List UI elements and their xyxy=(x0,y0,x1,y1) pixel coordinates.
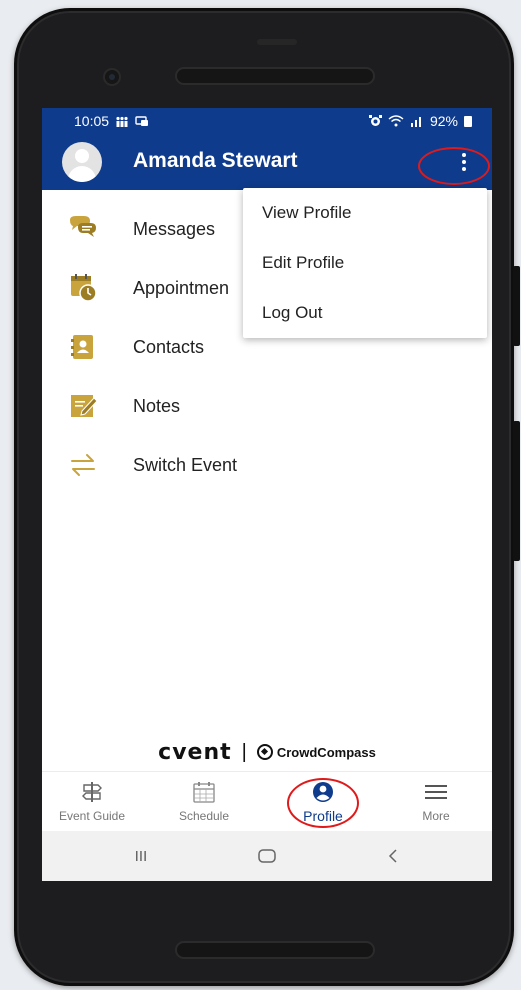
cvent-logo: cvent xyxy=(158,739,232,765)
dropdown-edit-profile[interactable]: Edit Profile xyxy=(243,238,487,288)
signpost-icon xyxy=(82,782,102,802)
menu-label: Switch Event xyxy=(133,454,238,475)
overflow-dropdown-menu: View Profile Edit Profile Log Out xyxy=(243,188,487,338)
swap-arrows-icon xyxy=(71,454,95,476)
menu-label: Messages xyxy=(133,218,216,239)
note-pencil-icon xyxy=(71,395,98,417)
wifi-icon xyxy=(388,115,404,127)
front-camera xyxy=(103,68,121,86)
user-name: Amanda Stewart xyxy=(133,149,298,172)
dropdown-log-out[interactable]: Log Out xyxy=(243,288,487,338)
brand-separator: | xyxy=(241,740,247,763)
menu-item-switch-event[interactable]: Switch Event xyxy=(42,436,492,494)
crowdcompass-text: CrowdCompass xyxy=(276,744,376,760)
top-speaker-slot xyxy=(257,39,297,45)
people-notification-icon xyxy=(116,116,128,127)
battery-icon xyxy=(464,115,472,127)
menu-item-notes[interactable]: Notes xyxy=(42,377,492,435)
menu-label: Appointmen xyxy=(133,277,230,298)
menu-label: Notes xyxy=(133,395,181,416)
tab-event-guide[interactable]: Event Guide xyxy=(42,772,142,832)
compass-icon xyxy=(256,744,273,760)
signal-icon xyxy=(410,117,421,127)
back-icon[interactable] xyxy=(378,843,408,869)
menu-lines-icon xyxy=(425,785,447,799)
dropdown-view-profile[interactable]: View Profile xyxy=(243,188,487,238)
bottom-navigation: Event Guide Schedule Profile More xyxy=(42,771,492,831)
tab-schedule[interactable]: Schedule xyxy=(154,772,254,832)
volume-button xyxy=(513,266,520,346)
recent-apps-icon[interactable] xyxy=(126,843,156,869)
earpiece-speaker xyxy=(175,67,375,85)
tab-more[interactable]: More xyxy=(386,772,486,832)
menu-label: Contacts xyxy=(133,336,205,357)
alarm-icon xyxy=(368,115,382,126)
crowdcompass-logo: CrowdCompass xyxy=(256,744,376,760)
message-notification-icon xyxy=(135,115,149,126)
annotation-circle-overflow xyxy=(418,147,490,185)
chat-bubbles-icon xyxy=(70,216,96,237)
annotation-circle-profile xyxy=(287,778,359,828)
power-button xyxy=(513,421,520,561)
tab-label: Schedule xyxy=(178,809,230,823)
tab-label: Event Guide xyxy=(58,809,126,823)
tab-label: More xyxy=(422,809,450,823)
bottom-speaker xyxy=(175,941,375,959)
home-icon[interactable] xyxy=(252,843,282,869)
battery-level: 92% xyxy=(429,113,458,129)
calendar-clock-icon xyxy=(71,274,97,302)
system-navigation-bar xyxy=(42,831,492,881)
default-avatar-icon[interactable] xyxy=(62,142,102,182)
calendar-icon xyxy=(193,782,215,803)
status-time: 10:05 xyxy=(74,113,110,129)
phone-screen: 10:05 92% Amanda Stewart Messages Appoin… xyxy=(42,108,492,881)
branding-footer: cvent | CrowdCompass xyxy=(42,739,492,765)
status-bar: 10:05 92% xyxy=(42,108,492,134)
contact-card-icon xyxy=(71,335,93,359)
